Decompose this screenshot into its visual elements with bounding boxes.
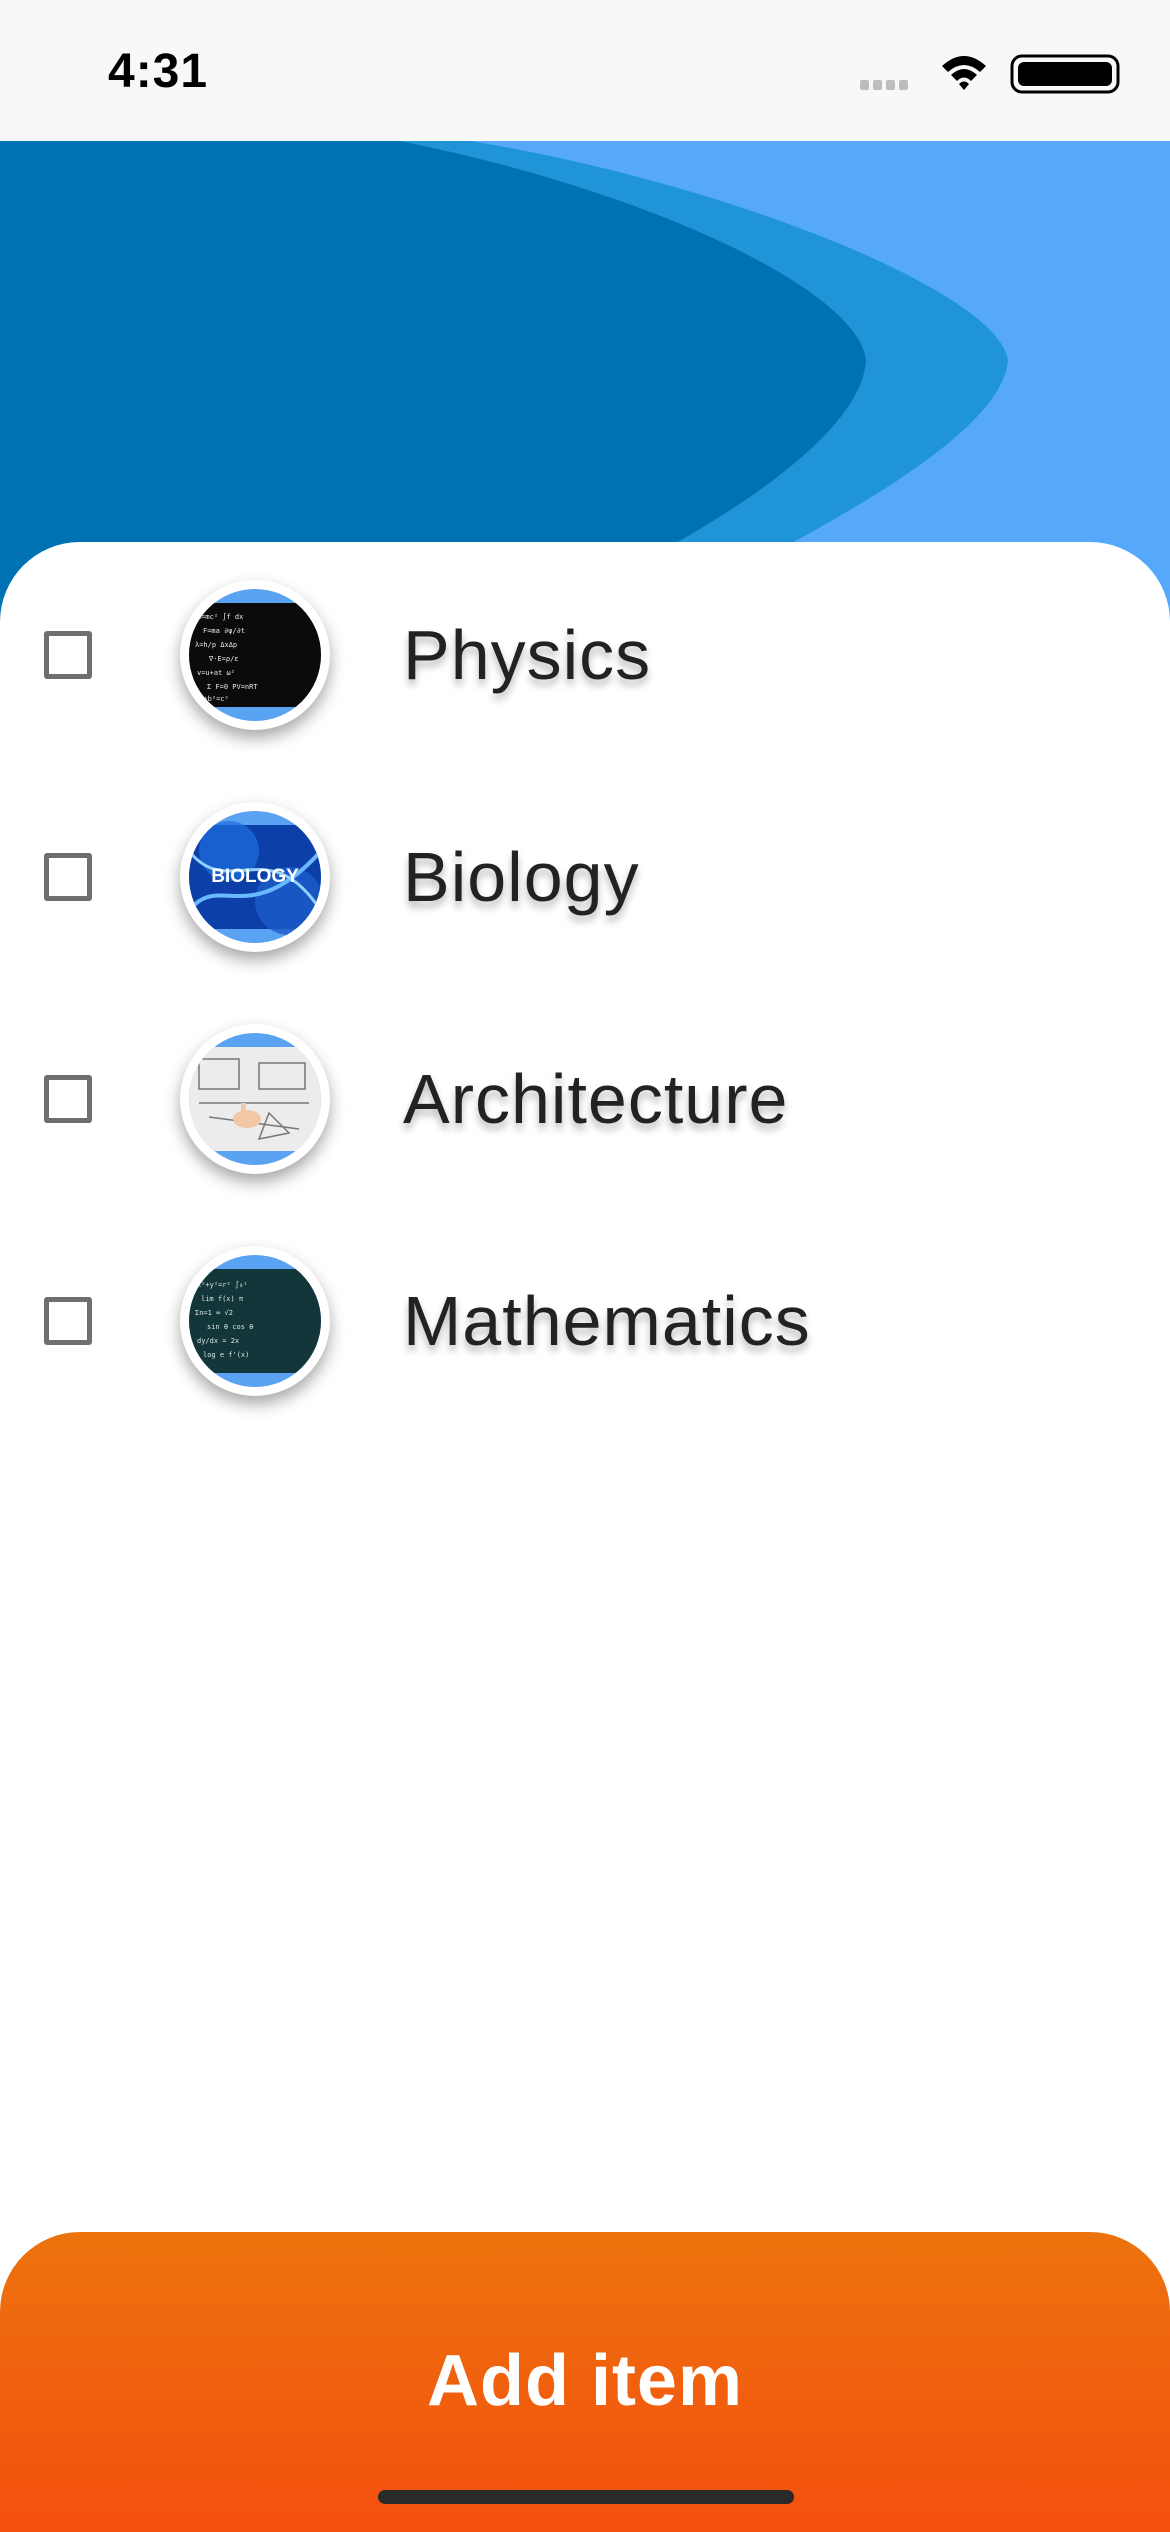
biology-avatar[interactable]: BIOLOGY	[180, 802, 330, 952]
architecture-checkbox[interactable]	[44, 1075, 92, 1123]
mathematics-label[interactable]: Mathematics	[403, 1281, 811, 1361]
svg-text:sin θ cos θ: sin θ cos θ	[207, 1323, 253, 1331]
physics-checkbox[interactable]	[44, 631, 92, 679]
svg-text:F=ma ∂ψ/∂t: F=ma ∂ψ/∂t	[203, 627, 245, 635]
battery-icon	[1010, 54, 1127, 94]
svg-text:a²+b²=c²: a²+b²=c²	[195, 695, 229, 703]
svg-text:E=mc² ∫f dx: E=mc² ∫f dx	[197, 612, 243, 621]
architecture-blueprint-image	[189, 1047, 321, 1151]
avatar-ring: BIOLOGY	[189, 811, 321, 943]
svg-text:Σ F=0 PV=nRT: Σ F=0 PV=nRT	[207, 683, 258, 691]
mathematics-checkbox[interactable]	[44, 1297, 92, 1345]
status-bar: 4:31	[0, 0, 1170, 141]
status-icons	[860, 52, 1127, 96]
architecture-label[interactable]: Architecture	[403, 1059, 788, 1139]
biology-label[interactable]: Biology	[403, 837, 640, 917]
svg-text:v=u+at ω²: v=u+at ω²	[197, 669, 235, 677]
avatar-ring: x²+y²=r² ∫₀¹ lim f(x) π Σn=1 ∞ √2 sin θ …	[189, 1255, 321, 1387]
avatar-ring	[189, 1033, 321, 1165]
wifi-icon	[942, 56, 986, 90]
cellular-signal-icon	[860, 80, 908, 90]
svg-text:λ=h/p ΔxΔp: λ=h/p ΔxΔp	[195, 641, 237, 649]
mathematics-chalkboard-image: x²+y²=r² ∫₀¹ lim f(x) π Σn=1 ∞ √2 sin θ …	[189, 1269, 321, 1373]
biology-image-text: BIOLOGY	[211, 866, 299, 887]
biology-dna-image: BIOLOGY	[189, 821, 321, 935]
svg-text:x²+y²=r² ∫₀¹: x²+y²=r² ∫₀¹	[197, 1280, 248, 1289]
list-item-mathematics[interactable]: x²+y²=r² ∫₀¹ lim f(x) π Σn=1 ∞ √2 sin θ …	[0, 1221, 1170, 1421]
svg-text:lim f(x) π: lim f(x) π	[201, 1295, 244, 1303]
architecture-avatar[interactable]	[180, 1024, 330, 1174]
biology-checkbox[interactable]	[44, 853, 92, 901]
svg-text:dy/dx = 2x: dy/dx = 2x	[197, 1337, 239, 1345]
add-item-label: Add item	[426, 2341, 743, 2421]
svg-text:log e f'(x): log e f'(x)	[203, 1351, 249, 1359]
physics-label[interactable]: Physics	[403, 615, 651, 695]
list-item-architecture[interactable]: Architecture	[0, 999, 1170, 1199]
avatar-ring: E=mc² ∫f dx F=ma ∂ψ/∂t λ=h/p ΔxΔp ∇·E=ρ/…	[189, 589, 321, 721]
status-time: 4:31	[108, 45, 209, 98]
list-item-biology[interactable]: BIOLOGY Biology	[0, 777, 1170, 977]
physics-avatar[interactable]: E=mc² ∫f dx F=ma ∂ψ/∂t λ=h/p ΔxΔp ∇·E=ρ/…	[180, 580, 330, 730]
svg-text:∇·E=ρ/ε: ∇·E=ρ/ε	[208, 655, 239, 663]
svg-text:Σn=1 ∞ √2: Σn=1 ∞ √2	[195, 1309, 233, 1317]
mathematics-avatar[interactable]: x²+y²=r² ∫₀¹ lim f(x) π Σn=1 ∞ √2 sin θ …	[180, 1246, 330, 1396]
list-item-physics[interactable]: E=mc² ∫f dx F=ma ∂ψ/∂t λ=h/p ΔxΔp ∇·E=ρ/…	[0, 555, 1170, 755]
add-item-button[interactable]: Add item	[0, 2232, 1170, 2532]
physics-formulas-image: E=mc² ∫f dx F=ma ∂ψ/∂t λ=h/p ΔxΔp ∇·E=ρ/…	[189, 603, 321, 707]
home-indicator[interactable]	[378, 2490, 794, 2504]
